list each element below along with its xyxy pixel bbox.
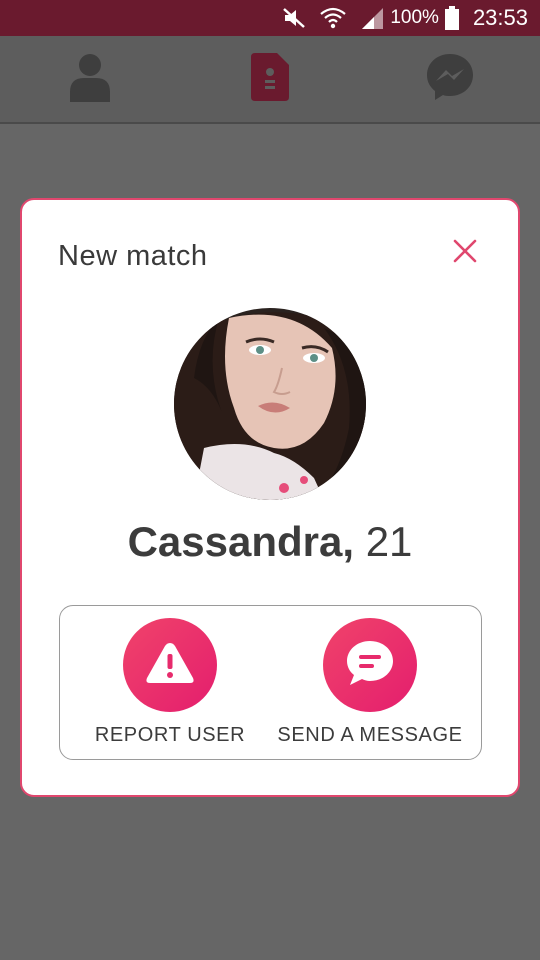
match-name-age: Cassandra, 21	[22, 518, 518, 566]
send-message-button[interactable]: SEND A MESSAGE	[270, 618, 470, 754]
signal-icon	[360, 6, 384, 30]
profile-icon	[68, 52, 112, 107]
nav-item-messages[interactable]	[390, 39, 510, 119]
status-bar: 100% 23:53	[0, 0, 540, 36]
close-button[interactable]	[448, 236, 482, 270]
report-user-label: REPORT USER	[94, 724, 246, 746]
close-icon	[453, 239, 477, 268]
nav-item-matches[interactable]	[210, 39, 330, 119]
modal-title: New match	[58, 240, 208, 272]
send-message-label: SEND A MESSAGE	[277, 724, 463, 746]
wifi-icon	[320, 7, 347, 29]
battery-percent: 100%	[390, 7, 439, 28]
match-avatar[interactable]	[174, 308, 366, 500]
mute-icon	[282, 7, 306, 29]
match-actions: REPORT USER SEND A MESSAGE	[59, 605, 482, 760]
clock: 23:53	[472, 5, 528, 30]
new-match-modal: New match Cassandra, 21 REPORT USER SEND…	[20, 198, 520, 797]
send-message-circle[interactable]	[323, 618, 417, 712]
report-user-circle[interactable]	[123, 618, 217, 712]
nav-item-profile[interactable]	[30, 39, 150, 119]
battery-icon	[444, 6, 459, 30]
report-user-button[interactable]: REPORT USER	[70, 618, 270, 754]
messenger-icon	[425, 52, 475, 107]
top-nav	[0, 36, 540, 124]
contact-card-icon	[251, 52, 289, 106]
chat-bubble-icon	[345, 639, 395, 692]
warning-icon	[145, 641, 195, 690]
match-age: 21	[365, 518, 413, 565]
match-name: Cassandra,	[127, 518, 355, 565]
